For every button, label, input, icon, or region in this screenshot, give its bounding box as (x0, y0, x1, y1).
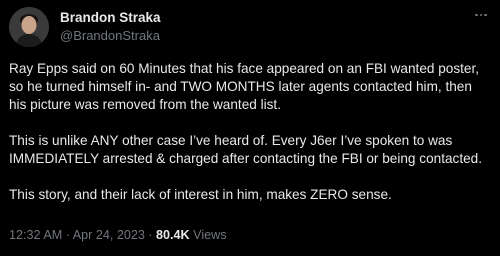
tweet-paragraph: This is unlike ANY other case I’ve heard… (9, 133, 482, 166)
more-options-icon (475, 13, 478, 17)
meta-separator: · (62, 228, 73, 242)
tweet-paragraph: This story, and their lack of interest i… (9, 187, 392, 202)
more-options-icon (484, 13, 487, 17)
more-options-icon (479, 13, 483, 17)
user-avatar-icon (9, 7, 49, 47)
author-avatar[interactable] (9, 7, 49, 47)
views-label: Views (189, 228, 227, 242)
tweet-date[interactable]: Apr 24, 2023 (73, 228, 145, 242)
more-options-button[interactable] (470, 6, 492, 24)
tweet-card: Brandon Straka @BrandonStraka Ray Epps s… (0, 0, 500, 256)
author-display-name[interactable]: Brandon Straka (60, 9, 161, 27)
views-count[interactable]: 80.4K (156, 228, 190, 242)
tweet-meta: 12:32 AM · Apr 24, 2023 · 80.4K Views (9, 228, 227, 242)
author-info: Brandon Straka @BrandonStraka (60, 9, 161, 45)
tweet-text: Ray Epps said on 60 Minutes that his fac… (9, 60, 493, 204)
tweet-paragraph: Ray Epps said on 60 Minutes that his fac… (9, 61, 480, 112)
author-handle[interactable]: @BrandonStraka (60, 27, 161, 45)
meta-separator: · (144, 228, 157, 242)
tweet-time[interactable]: 12:32 AM (9, 228, 62, 242)
